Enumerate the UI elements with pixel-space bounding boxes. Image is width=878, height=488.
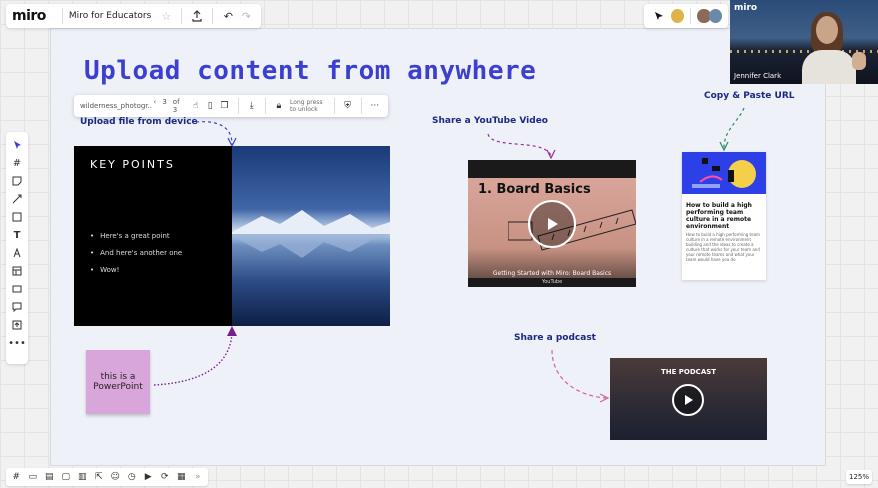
podcast-embed[interactable]: THE PODCAST xyxy=(610,358,767,440)
share-screen-icon[interactable]: ⇱ xyxy=(93,470,106,484)
sticky-note[interactable]: this is a PowerPoint xyxy=(86,350,150,414)
arrow-youtube xyxy=(487,133,552,157)
sync-icon[interactable]: ⟳ xyxy=(159,470,172,484)
mountain-shape xyxy=(232,210,390,258)
bottom-toolbar: # ▭ ▤ ▢ ▥ ⇱ ☺ ◷ ▶ ⟳ ▦ » xyxy=(6,468,208,486)
arrow-copy-paste xyxy=(723,107,745,149)
article-body: How to build a high performing team cult… xyxy=(686,232,760,262)
expand-icon[interactable]: » xyxy=(192,470,205,484)
cards-icon[interactable]: ▥ xyxy=(76,470,89,484)
slide-bullet: Wow! xyxy=(90,266,182,274)
video-title: 1. Board Basics xyxy=(478,182,591,197)
arrow-powerpoint xyxy=(153,329,233,386)
zoom-level[interactable]: 125% xyxy=(846,470,872,484)
youtube-embed[interactable]: 1. Board Basics Getting Started with Mir… xyxy=(468,160,636,287)
slide-title: KEY POINTS xyxy=(90,158,175,171)
play-button[interactable] xyxy=(528,200,576,248)
article-image xyxy=(682,152,766,194)
video-caption: Getting Started with Miro: Board Basics xyxy=(492,270,612,277)
video-source: YouTube xyxy=(541,279,563,285)
chat-icon[interactable]: ▤ xyxy=(43,470,56,484)
slide-bullet: And here's another one xyxy=(90,249,182,257)
play-icon xyxy=(685,395,693,405)
powerpoint-slide[interactable]: KEY POINTS Here's a great point And here… xyxy=(74,146,390,326)
podcast-play-button[interactable] xyxy=(672,384,704,416)
slide-bullet: Here's a great point xyxy=(90,232,182,240)
notes-icon[interactable]: ▦ xyxy=(175,470,188,484)
present-icon[interactable]: ▭ xyxy=(27,470,40,484)
article-title: How to build a high performing team cult… xyxy=(686,202,752,230)
podcast-title: THE PODCAST xyxy=(660,368,717,376)
comments-icon[interactable]: ▢ xyxy=(60,470,73,484)
slide-bullets: Here's a great point And here's another … xyxy=(90,232,182,283)
article-preview-card[interactable]: How to build a high performing team cult… xyxy=(682,152,766,280)
timer-icon[interactable]: ◷ xyxy=(126,470,139,484)
video-chat-icon[interactable]: ▶ xyxy=(142,470,155,484)
arrow-upload xyxy=(195,121,233,145)
reactions-icon[interactable]: ☺ xyxy=(109,470,122,484)
play-icon xyxy=(548,218,558,230)
frames-icon[interactable]: # xyxy=(10,470,23,484)
arrow-podcast xyxy=(551,349,607,399)
